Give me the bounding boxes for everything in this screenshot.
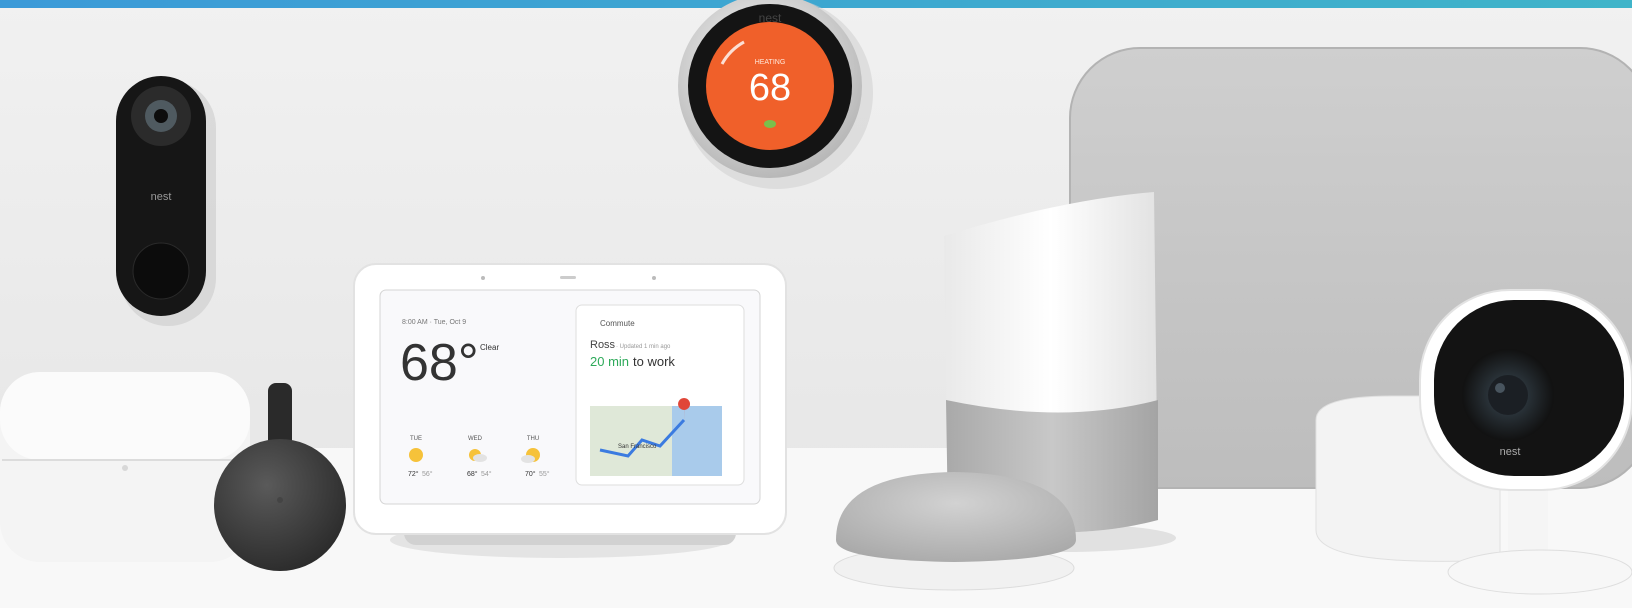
commute-header: Commute — [600, 319, 635, 328]
forecast-day-3: THU — [527, 436, 539, 442]
doorbell-logo: nest — [151, 191, 172, 203]
home-mini — [833, 472, 1076, 591]
forecast-lo-1: 56° — [422, 470, 433, 478]
sun-icon — [409, 448, 423, 462]
forecast-day-1: TUE — [410, 436, 422, 442]
commute-time: 20 min — [590, 354, 629, 369]
forecast-lo-2: 54° — [481, 470, 492, 478]
forecast-lo-3: 55° — [539, 470, 550, 478]
commute-person: Ross — [590, 339, 616, 351]
forecast-hi-1: 72° — [408, 470, 419, 478]
hub-temperature: 68° — [400, 334, 479, 392]
thermostat-temperature: 68 — [749, 67, 791, 109]
wifi-router — [0, 372, 250, 562]
hub-condition: Clear — [480, 343, 499, 352]
thermostat-logo: nest — [759, 11, 782, 25]
map-label: San Francisco — [618, 444, 657, 450]
forecast-hi-2: 68° — [467, 470, 478, 478]
forecast-day-2: WED — [468, 436, 483, 442]
hub-time-date: 8:00 AM · Tue, Oct 9 — [402, 319, 466, 326]
commute-destination: to work — [633, 354, 675, 369]
leaf-icon — [764, 120, 776, 128]
commute-updated: · Updated 1 min ago — [616, 344, 671, 350]
camera-logo: nest — [1500, 446, 1521, 458]
smart-home-products-scene: nest nest HEATING 68 8:00 AM · Tue, Oct … — [0, 0, 1632, 608]
home-hub — [353, 263, 787, 558]
thermostat-mode: HEATING — [755, 59, 786, 66]
forecast-hi-3: 70° — [525, 470, 536, 478]
